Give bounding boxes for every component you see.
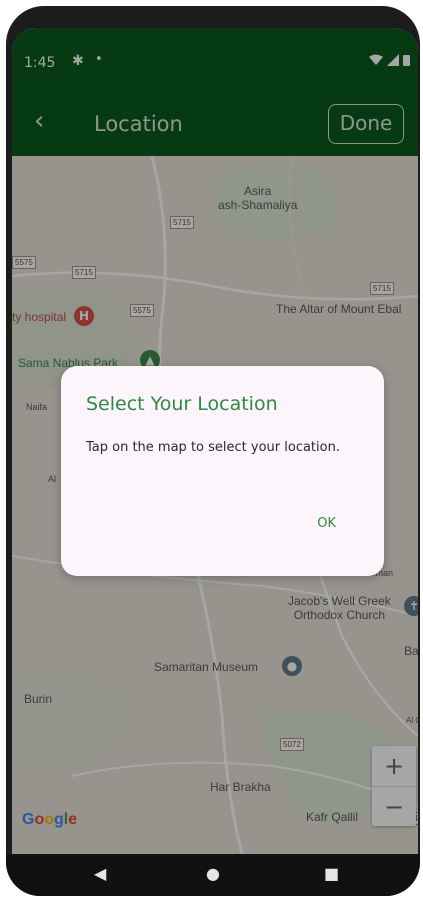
phone-frame: 1:45 ✱ • ‹ Location Done Asira ash-Shama… [6, 6, 420, 896]
dialog-message: Tap on the map to select your location. [86, 440, 340, 455]
ok-button[interactable]: OK [317, 516, 336, 531]
recents-nav-icon[interactable]: ■ [324, 864, 339, 883]
screen: 1:45 ✱ • ‹ Location Done Asira ash-Shama… [12, 28, 418, 854]
select-location-dialog: Select Your Location Tap on the map to s… [61, 366, 384, 576]
back-nav-icon[interactable]: ◀ [94, 864, 106, 883]
dialog-title: Select Your Location [86, 393, 278, 415]
nav-bar: ◀ ● ■ [6, 854, 420, 896]
home-nav-icon[interactable]: ● [206, 864, 220, 883]
